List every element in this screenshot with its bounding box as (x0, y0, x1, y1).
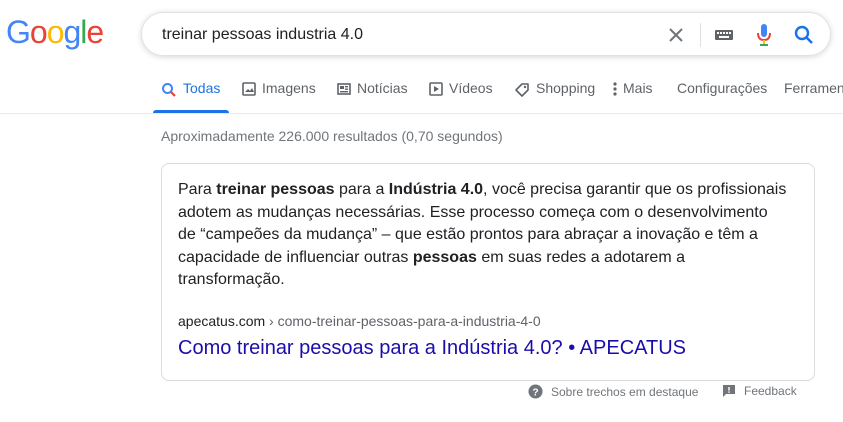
tab-label: Shopping (536, 80, 596, 96)
logo-letter: g (63, 14, 81, 50)
logo-letter: o (29, 14, 48, 50)
search-divider (700, 23, 701, 47)
featured-snippet-card: Para treinar pessoas para a Indústria 4.… (161, 163, 815, 381)
tab-label: Todas (183, 80, 221, 96)
search-input[interactable] (162, 24, 632, 46)
tab-label: Mais (623, 80, 653, 96)
tab-shopping[interactable]: Shopping (514, 80, 595, 114)
tab-label: Configurações (677, 80, 768, 96)
google-logo[interactable]: Google (6, 14, 104, 50)
play-icon (429, 82, 443, 96)
cite-domain: apecatus.com (178, 313, 266, 329)
feedback-label: Feedback (744, 384, 797, 398)
tab-imagens[interactable]: Imagens (242, 80, 316, 114)
logo-letter: e (86, 14, 104, 50)
feedback-icon (723, 385, 735, 397)
search-button[interactable] (792, 23, 816, 47)
about-snippets-label: Sobre trechos em destaque (551, 384, 699, 399)
tag-icon (515, 83, 529, 97)
voice-search-button[interactable] (752, 23, 776, 47)
svg-text:?: ? (532, 387, 538, 398)
snippet-part-bold: treinar pessoas (216, 181, 335, 198)
tab-configuracoes[interactable]: Configurações (677, 80, 767, 114)
tab-label: Imagens (262, 80, 316, 96)
tab-label: Ferramentas (784, 80, 843, 96)
tab-label: Notícias (357, 80, 408, 96)
header-divider (0, 113, 843, 114)
snippet-text: Para treinar pessoas para a Indústria 4.… (178, 179, 788, 292)
tab-ferramentas[interactable]: Ferramentas (784, 80, 843, 114)
snippet-part-bold: Indústria 4.0 (388, 181, 484, 198)
result-cite: apecatus.com › como-treinar-pessoas-para… (178, 313, 541, 329)
logo-letter: o (46, 14, 65, 50)
search-box (141, 12, 831, 56)
tab-videos[interactable]: Vídeos (429, 80, 493, 114)
tab-todas[interactable]: Todas (161, 80, 220, 114)
keyboard-button[interactable] (712, 23, 736, 47)
tab-label: Vídeos (449, 80, 493, 96)
snippet-part-bold: pessoas (412, 248, 477, 266)
tab-noticias[interactable]: Notícias (337, 80, 408, 114)
feedback-link[interactable]: Feedback (722, 384, 797, 398)
newspaper-icon (337, 83, 351, 95)
logo-letter: G (6, 14, 31, 50)
help-icon: ? (528, 384, 543, 399)
microphone-icon (757, 24, 771, 46)
about-snippets-link[interactable]: ? Sobre trechos em destaque (528, 384, 698, 399)
tab-mais[interactable]: Mais (613, 80, 653, 114)
snippet-part: para a (334, 181, 389, 198)
snippet-part: Para (178, 181, 217, 198)
result-stats: Aproximadamente 226.000 resultados (0,70… (161, 128, 503, 144)
result-title-link[interactable]: Como treinar pessoas para a Indústria 4.… (178, 337, 686, 360)
cite-path: › como-treinar-pessoas-para-a-industria-… (265, 313, 541, 329)
search-icon (162, 83, 176, 97)
clear-search-button[interactable] (664, 23, 688, 47)
search-icon (794, 25, 813, 44)
keyboard-icon (715, 30, 733, 40)
image-icon (242, 82, 256, 96)
close-icon (669, 28, 683, 42)
more-vert-icon (613, 82, 617, 96)
